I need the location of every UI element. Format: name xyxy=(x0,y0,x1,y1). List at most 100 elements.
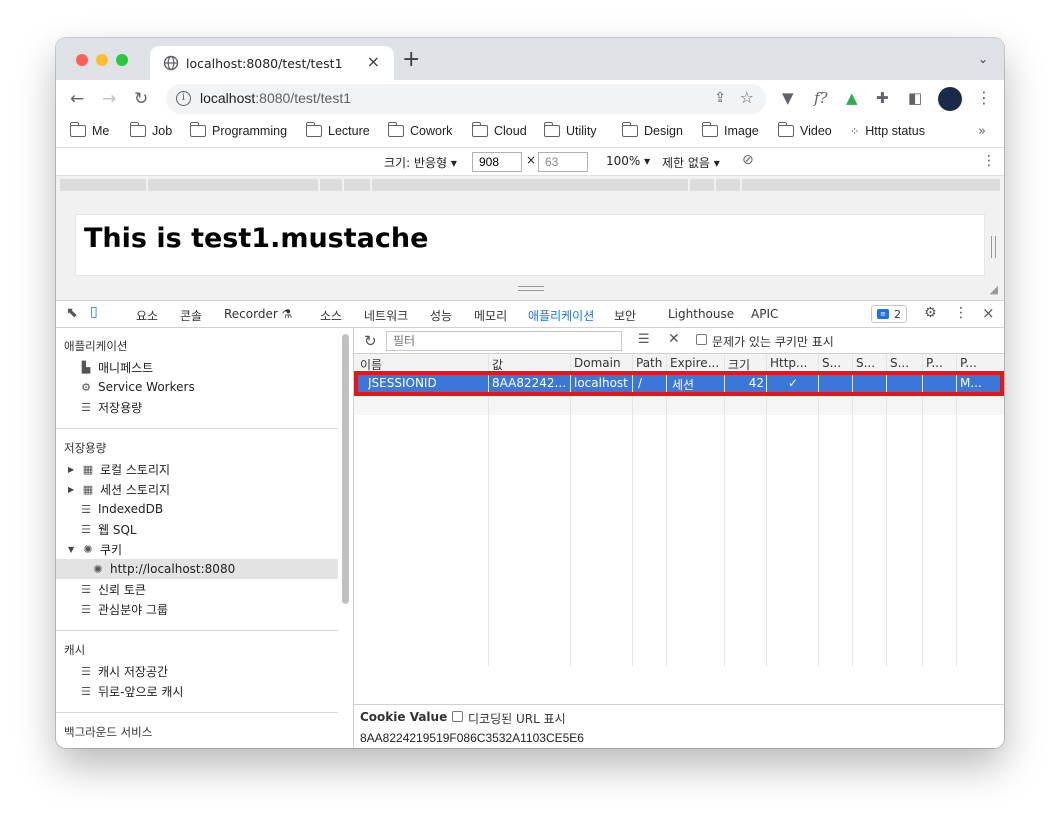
sidebar-item-cookies[interactable]: ▼ ✺ 쿠키 xyxy=(68,539,122,559)
delete-selected-icon[interactable]: ✕ xyxy=(668,331,680,347)
column-header-partition[interactable]: P... xyxy=(926,356,954,370)
side-panel-icon[interactable]: ◧ xyxy=(908,89,922,107)
bookmarks-overflow-button[interactable]: » xyxy=(978,124,986,139)
browser-menu-icon[interactable]: ⋮ xyxy=(976,88,992,107)
viewport-resize-handle-bottom[interactable] xyxy=(518,286,544,291)
tab-security[interactable]: 보안 xyxy=(614,307,636,324)
expand-triangle-icon[interactable]: ▶ xyxy=(68,485,76,494)
only-issues-checkbox[interactable] xyxy=(696,334,707,345)
tab-memory[interactable]: 메모리 xyxy=(474,307,507,324)
sidebar-item-trust-tokens[interactable]: ☰ 신뢰 토큰 xyxy=(80,579,146,599)
column-header-secure[interactable]: S... xyxy=(822,356,850,370)
sidebar-item-label: Service Workers xyxy=(98,380,195,394)
collapse-triangle-icon[interactable]: ▼ xyxy=(68,545,76,554)
bookmark-folder-lecture[interactable]: Lecture xyxy=(305,122,370,138)
browser-tab[interactable]: localhost:8080/test/test1 × xyxy=(150,46,394,80)
minimize-window-button[interactable] xyxy=(96,54,108,66)
tab-lighthouse[interactable]: Lighthouse xyxy=(668,307,734,321)
reload-button[interactable]: ↻ xyxy=(134,89,148,109)
viewport-resize-handle-right[interactable] xyxy=(991,236,996,258)
throttle-dropdown[interactable]: 제한 없음 ▾ xyxy=(662,154,720,171)
bookmark-http-status[interactable]: ⁘ Http status xyxy=(850,124,925,138)
bookmark-folder-utility[interactable]: Utility xyxy=(543,122,597,138)
viewport-height-input[interactable] xyxy=(538,152,588,172)
sidebar-item-local-storage[interactable]: ▶ ▦ 로컬 스토리지 xyxy=(68,459,170,479)
forward-button[interactable]: → xyxy=(102,89,116,109)
bookmark-star-icon[interactable]: ☆ xyxy=(740,88,754,107)
bookmark-folder-cloud[interactable]: Cloud xyxy=(471,122,527,138)
clear-filtered-icon[interactable]: ☰ xyxy=(638,332,650,347)
bookmark-folder-me[interactable]: Me xyxy=(69,122,109,138)
dimensions-dropdown[interactable]: 크기: 반응형 ▾ xyxy=(384,154,457,171)
sidebar-divider xyxy=(56,630,338,631)
zoom-dropdown[interactable]: 100% ▾ xyxy=(606,154,650,168)
column-header-httponly[interactable]: Http... xyxy=(770,356,816,370)
sidebar-item-bfcache[interactable]: ☰ 뒤로-앞으로 캐시 xyxy=(80,681,183,701)
viewport-width-input[interactable] xyxy=(472,152,522,172)
profile-avatar[interactable] xyxy=(938,87,962,111)
column-header-expires[interactable]: Expire... xyxy=(670,356,722,370)
sidebar-item-label: http://localhost:8080 xyxy=(110,562,236,576)
new-tab-button[interactable]: + xyxy=(402,49,420,71)
sidebar-item-web-sql[interactable]: ☰ 웹 SQL xyxy=(80,519,137,539)
tab-sources[interactable]: 소스 xyxy=(320,307,342,324)
dots-grid-icon: ⁘ xyxy=(850,125,860,138)
close-tab-icon[interactable]: × xyxy=(367,52,380,71)
drive-extension-icon[interactable]: ▲ xyxy=(846,89,858,107)
zoom-window-button[interactable] xyxy=(116,54,128,66)
folder-icon xyxy=(621,122,638,137)
sidebar-item-service-workers[interactable]: ⚙ Service Workers xyxy=(80,377,195,397)
refresh-icon[interactable]: ↻ xyxy=(364,332,377,350)
tab-elements[interactable]: 요소 xyxy=(136,307,158,324)
column-header-path[interactable]: Path xyxy=(636,356,664,370)
settings-gear-icon[interactable]: ⚙ xyxy=(924,305,937,321)
viewport-resize-corner[interactable]: ◢ xyxy=(990,283,998,296)
inspect-element-icon[interactable]: ⬉ xyxy=(66,305,78,321)
tab-search-icon[interactable]: ⌄ xyxy=(978,52,988,66)
tab-console[interactable]: 콘솔 xyxy=(180,307,202,324)
tab-performance[interactable]: 성능 xyxy=(430,307,452,324)
times-sign: × xyxy=(526,153,537,167)
sidebar-item-storage[interactable]: ☰ 저장용량 xyxy=(80,397,142,417)
filter-input[interactable] xyxy=(386,331,622,351)
sidebar-scrollbar[interactable] xyxy=(342,334,349,604)
bookmark-folder-job[interactable]: Job xyxy=(129,122,172,138)
tab-application[interactable]: 애플리케이션 xyxy=(517,307,605,332)
column-header-priority[interactable]: P... xyxy=(960,356,990,370)
device-toggle-icon[interactable]: ▯ xyxy=(90,304,98,320)
bookmark-folder-video[interactable]: Video xyxy=(777,122,832,138)
sidebar-item-cookie-origin[interactable]: ✺ http://localhost:8080 xyxy=(92,559,235,579)
url-text: localhost:8080/test/test1 xyxy=(200,90,351,106)
sidebar-item-manifest[interactable]: ▙ 매니페스트 xyxy=(80,357,153,377)
back-button[interactable]: ← xyxy=(70,89,84,109)
column-header-sameparty[interactable]: S... xyxy=(890,356,918,370)
close-window-button[interactable] xyxy=(76,54,88,66)
share-icon[interactable]: ⇪ xyxy=(714,90,726,106)
bookmark-folder-cowork[interactable]: Cowork xyxy=(387,122,452,138)
extensions-puzzle-icon[interactable]: ✚ xyxy=(876,89,889,107)
device-toolbar-menu-icon[interactable]: ⋮ xyxy=(982,153,996,169)
column-header-samesite[interactable]: S... xyxy=(856,356,884,370)
sidebar-item-indexeddb[interactable]: ☰ IndexedDB xyxy=(80,499,163,519)
decode-url-checkbox[interactable] xyxy=(452,711,463,722)
bookmark-folder-design[interactable]: Design xyxy=(621,122,683,138)
bookmark-folder-programming[interactable]: Programming xyxy=(189,122,287,138)
vue-devtools-icon[interactable]: ▼ xyxy=(782,89,794,107)
expand-triangle-icon[interactable]: ▶ xyxy=(68,465,76,474)
sidebar-item-session-storage[interactable]: ▶ ▦ 세션 스토리지 xyxy=(68,479,170,499)
tab-network[interactable]: 네트워크 xyxy=(364,307,408,324)
close-devtools-icon[interactable]: × xyxy=(982,304,995,322)
site-info-icon[interactable]: i xyxy=(176,91,191,106)
address-bar[interactable]: i localhost:8080/test/test1 ⇪ ☆ xyxy=(166,84,766,114)
devtools-menu-icon[interactable]: ⋮ xyxy=(954,305,968,321)
rotate-icon[interactable]: ⊘ xyxy=(742,152,754,168)
issues-counter[interactable]: ≡ 2 xyxy=(871,305,907,323)
sidebar-item-cache-storage[interactable]: ☰ 캐시 저장공간 xyxy=(80,661,168,681)
tab-recorder[interactable]: Recorder ⚗ xyxy=(224,307,292,321)
tab-apic[interactable]: APIC xyxy=(751,307,778,321)
bookmark-folder-image[interactable]: Image xyxy=(701,122,759,138)
sidebar-item-interest-groups[interactable]: ☰ 관심분야 그룹 xyxy=(80,599,168,619)
media-query-ruler[interactable] xyxy=(56,176,1004,196)
fonts-ninja-icon[interactable]: f? xyxy=(814,89,828,107)
column-header-domain[interactable]: Domain xyxy=(574,356,632,370)
